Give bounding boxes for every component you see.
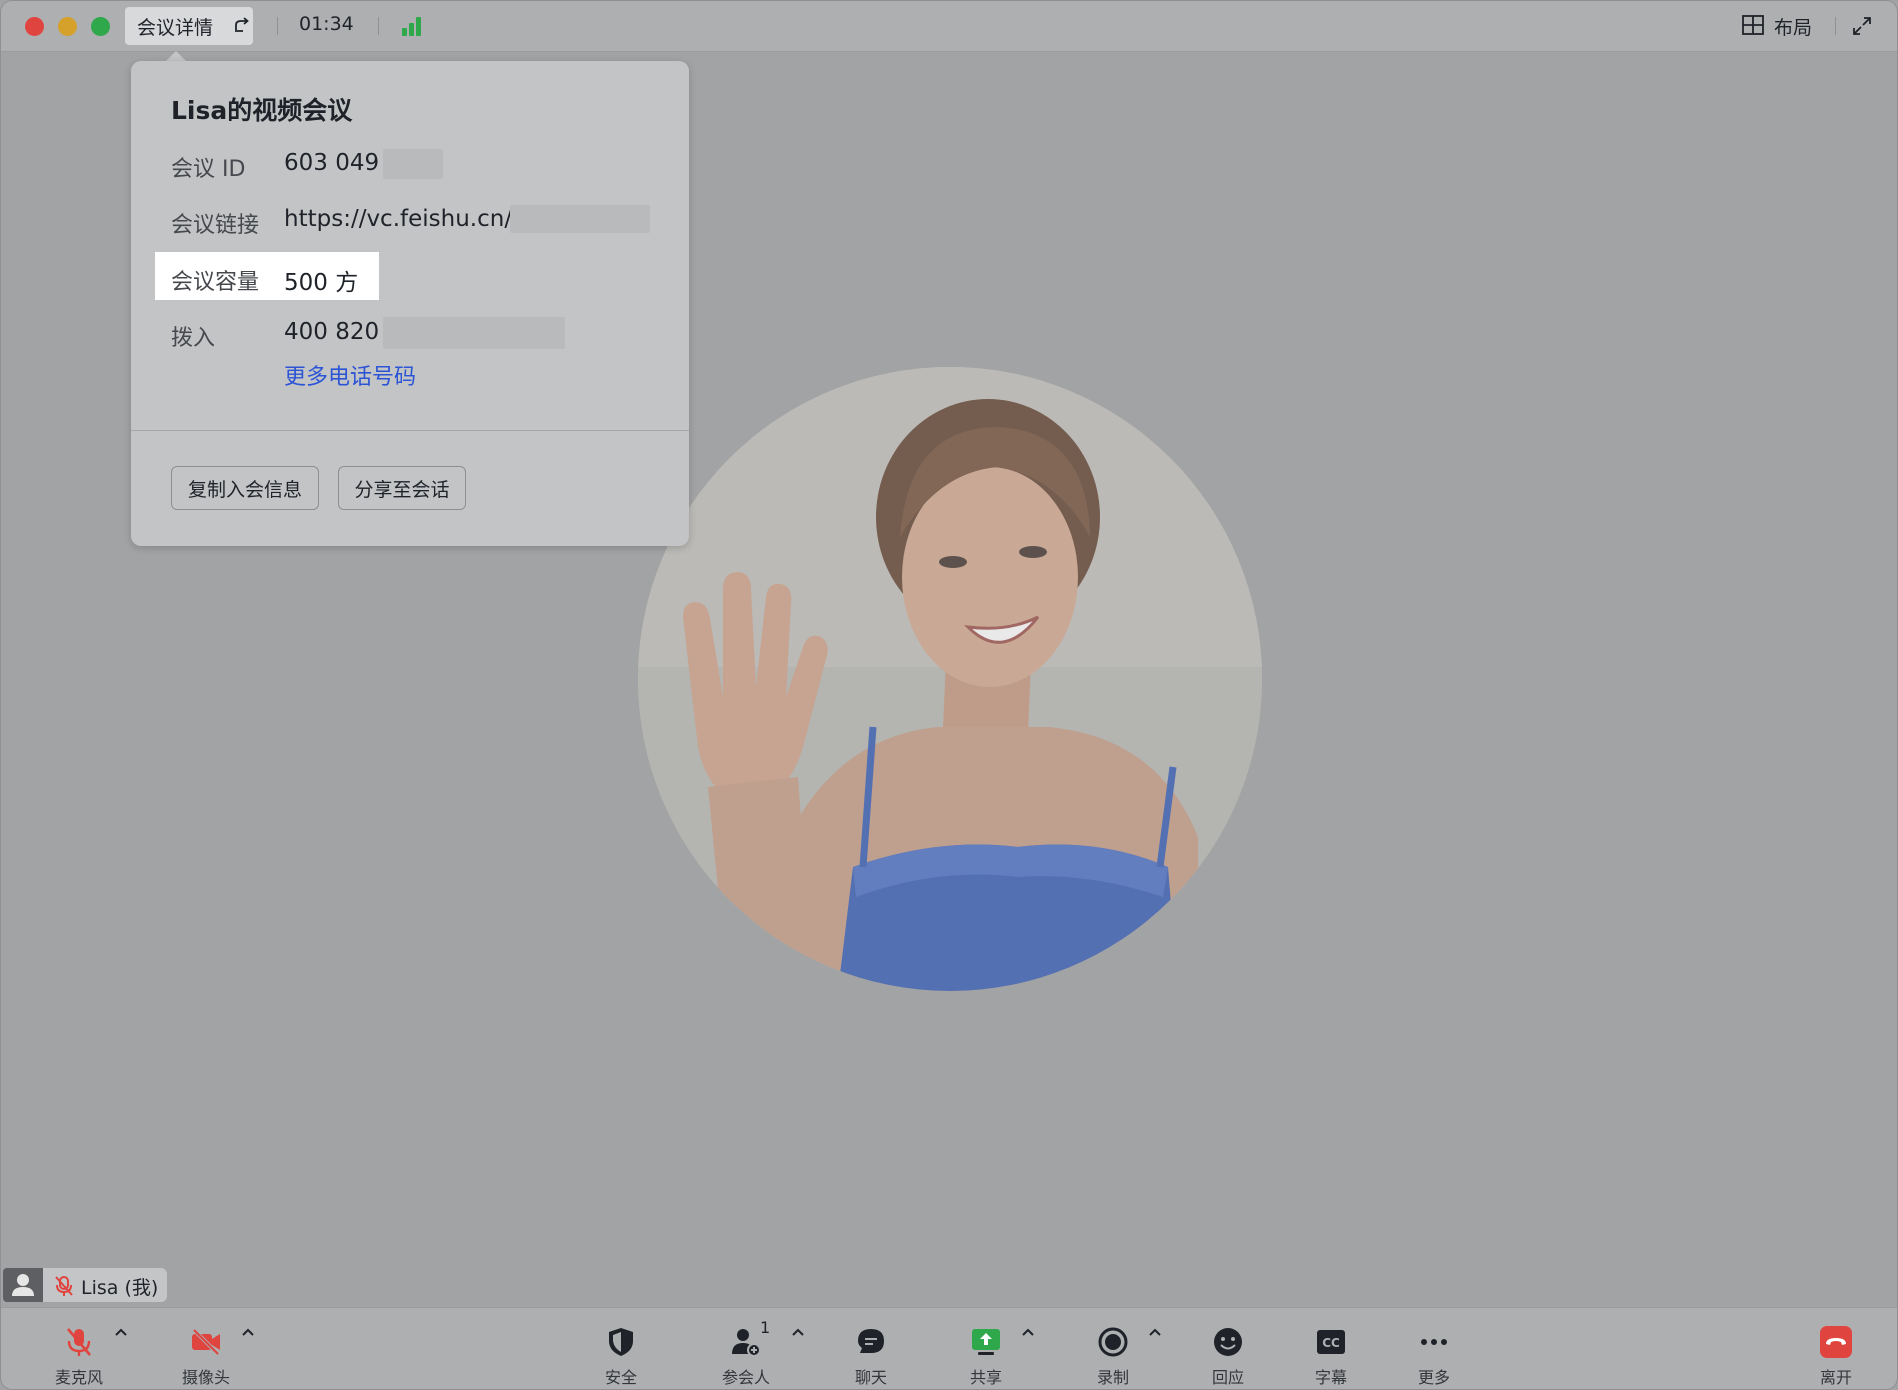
leave-label: 离开 [1819, 1368, 1852, 1387]
divider [378, 17, 379, 35]
meeting-link-value[interactable]: https://vc.feishu.cn/j [284, 206, 518, 232]
layout-label: 布局 [1774, 17, 1813, 39]
meeting-info-popover: Lisa的视频会议 会议 ID 603 049 会议链接 https://vc.… [131, 61, 689, 546]
mic-muted-icon [67, 1328, 91, 1356]
captions-button[interactable]: CC 字幕 [1291, 1320, 1371, 1389]
share-screen-button[interactable]: 共享 [946, 1320, 1026, 1389]
more-dots-icon [1421, 1339, 1447, 1345]
more-button[interactable]: 更多 [1394, 1320, 1474, 1389]
microphone-label: 麦克风 [54, 1368, 103, 1387]
leave-phone-icon [1820, 1326, 1852, 1358]
share-to-chat-button[interactable]: 分享至会话 [338, 466, 466, 510]
smiley-icon [1214, 1328, 1242, 1356]
meeting-title: Lisa的视频会议 [171, 96, 353, 125]
record-label: 录制 [1096, 1368, 1129, 1387]
top-bar: 会议详情 01:34 布局 [1, 1, 1897, 52]
redacted-phone [383, 317, 565, 349]
participant-photo [638, 367, 1262, 991]
copy-join-info-button[interactable]: 复制入会信息 [171, 466, 319, 510]
add-participant-icon [732, 1329, 761, 1357]
minimize-window-button[interactable] [58, 17, 77, 36]
camera-options-chevron-up-icon[interactable] [240, 1326, 256, 1338]
captions-label: 字幕 [1314, 1368, 1347, 1387]
redacted-id [383, 149, 443, 179]
meeting-id-label: 会议 ID [171, 157, 246, 182]
bottom-toolbar: 麦克风 摄像头 安全 1 参会人 聊天 共享 录制 回应 CC 字幕 更多 离开 [1, 1307, 1897, 1389]
chat-bubble-icon [858, 1329, 884, 1353]
participants-label: 参会人 [721, 1368, 770, 1387]
more-phone-numbers-link[interactable]: 更多电话号码 [284, 359, 416, 391]
popover-divider [131, 430, 689, 431]
grid-layout-icon [1742, 15, 1764, 35]
security-button[interactable]: 安全 [581, 1320, 661, 1389]
participant-video-avatar [638, 367, 1262, 991]
redacted-link [510, 205, 650, 233]
chat-label: 聊天 [854, 1368, 887, 1387]
microphone-button[interactable]: 麦克风 [39, 1320, 119, 1389]
closed-captions-icon: CC [1317, 1330, 1345, 1354]
share-label: 共享 [969, 1368, 1002, 1387]
participants-count: 1 [760, 1318, 771, 1337]
mic-muted-icon [55, 1276, 73, 1296]
close-window-button[interactable] [25, 17, 44, 36]
fullscreen-icon[interactable] [1851, 15, 1873, 37]
share-screen-icon [972, 1329, 1000, 1355]
leave-meeting-button[interactable]: 离开 [1796, 1320, 1876, 1389]
share-link-icon[interactable] [233, 14, 251, 34]
meeting-link-label: 会议链接 [171, 213, 260, 238]
camera-label: 摄像头 [181, 1368, 230, 1387]
divider [277, 17, 278, 35]
dial-in-label: 拨入 [171, 326, 216, 351]
capacity-value: 500 方 [284, 270, 359, 296]
record-icon [1098, 1327, 1128, 1357]
share-options-chevron-up-icon[interactable] [1020, 1326, 1036, 1338]
svg-text:CC: CC [1322, 1336, 1340, 1350]
reaction-button[interactable]: 回应 [1188, 1320, 1268, 1389]
shield-icon [609, 1328, 633, 1356]
capacity-label: 会议容量 [171, 270, 260, 295]
network-signal-icon[interactable] [402, 16, 426, 36]
divider [1835, 17, 1836, 35]
meeting-timer: 01:34 [299, 13, 354, 35]
camera-button[interactable]: 摄像头 [166, 1320, 246, 1389]
user-placeholder-icon [3, 1268, 43, 1302]
participant-name: Lisa (我) [81, 1277, 159, 1299]
participants-options-chevron-up-icon[interactable] [790, 1326, 806, 1338]
record-options-chevron-up-icon[interactable] [1147, 1326, 1163, 1338]
more-label: 更多 [1417, 1368, 1450, 1387]
meeting-details-label: 会议详情 [137, 17, 214, 39]
chat-button[interactable]: 聊天 [831, 1320, 911, 1389]
dial-in-value: 400 820 [284, 319, 380, 345]
record-button[interactable]: 录制 [1073, 1320, 1153, 1389]
security-label: 安全 [604, 1368, 637, 1387]
meeting-window: 会议详情 01:34 布局 Lisa的视频会议 会议 ID 603 049 会议… [0, 0, 1898, 1390]
participant-name-box: Lisa (我) [43, 1268, 167, 1302]
reaction-label: 回应 [1211, 1368, 1244, 1387]
zoom-window-button[interactable] [91, 17, 110, 36]
mic-options-chevron-up-icon[interactable] [113, 1326, 129, 1338]
popover-arrow [166, 51, 186, 61]
meeting-id-value: 603 049 [284, 150, 380, 176]
participants-button[interactable]: 1 参会人 [706, 1318, 786, 1389]
camera-off-icon [192, 1328, 220, 1356]
